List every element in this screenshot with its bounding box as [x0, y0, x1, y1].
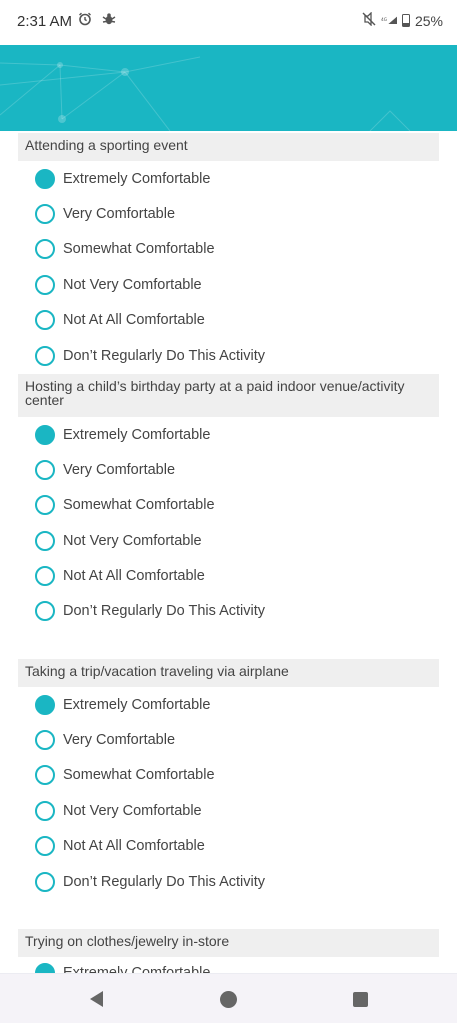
option-label: Very Comfortable	[63, 732, 176, 748]
header-banner	[0, 45, 457, 131]
back-icon	[89, 991, 103, 1007]
option-label: Don’t Regularly Do This Activity	[63, 874, 266, 890]
battery-icon	[401, 14, 410, 27]
svg-text:4G: 4G	[381, 16, 387, 22]
option-very-comfortable[interactable]: Very Comfortable	[35, 459, 175, 481]
option-not-very-comfortable[interactable]: Not Very Comfortable	[35, 274, 202, 296]
home-icon	[219, 990, 237, 1008]
system-nav-bar	[0, 973, 457, 1023]
recents-icon	[352, 991, 368, 1007]
radio-unchecked[interactable]	[35, 460, 55, 480]
option-dont-regularly-do[interactable]: Don’t Regularly Do This Activity	[35, 871, 265, 893]
option-label: Don’t Regularly Do This Activity	[63, 348, 266, 364]
radio-checked[interactable]	[35, 169, 55, 189]
option-somewhat-comfortable[interactable]: Somewhat Comfortable	[35, 494, 215, 516]
option-label: Somewhat Comfortable	[63, 767, 215, 783]
bug-icon	[102, 12, 116, 29]
option-label: Not At All Comfortable	[63, 568, 205, 584]
option-label: Very Comfortable	[63, 462, 176, 478]
option-very-comfortable[interactable]: Very Comfortable	[35, 729, 175, 751]
radio-unchecked[interactable]	[35, 872, 55, 892]
option-somewhat-comfortable[interactable]: Somewhat Comfortable	[35, 764, 215, 786]
radio-unchecked[interactable]	[35, 275, 55, 295]
option-label: Somewhat Comfortable	[63, 497, 215, 513]
radio-unchecked[interactable]	[35, 310, 55, 330]
option-label: Not At All Comfortable	[63, 838, 205, 854]
question-heading: Trying on clothes/jewelry in-store	[18, 929, 439, 957]
option-label: Not Very Comfortable	[63, 803, 202, 819]
option-label: Extremely Comfortable	[63, 427, 211, 443]
question-heading: Hosting a child’s birthday party at a pa…	[18, 374, 439, 417]
radio-unchecked[interactable]	[35, 239, 55, 259]
survey-content[interactable]: Attending a sporting event Extremely Com…	[0, 131, 457, 973]
radio-unchecked[interactable]	[35, 346, 55, 366]
network-pattern-decoration	[0, 56, 411, 131]
option-label: Not At All Comfortable	[63, 312, 205, 328]
option-not-very-comfortable[interactable]: Not Very Comfortable	[35, 800, 202, 822]
radio-unchecked[interactable]	[35, 531, 55, 551]
radio-unchecked[interactable]	[35, 801, 55, 821]
radio-unchecked[interactable]	[35, 566, 55, 586]
option-not-at-all-comfortable[interactable]: Not At All Comfortable	[35, 309, 205, 331]
option-extremely-comfortable[interactable]: Extremely Comfortable	[35, 424, 210, 446]
status-right-icons: 4G 25%	[362, 11, 443, 29]
radio-unchecked[interactable]	[35, 495, 55, 515]
status-bar: 2:31 AM 4G 25%	[0, 0, 457, 45]
question-heading: Attending a sporting event	[18, 133, 439, 161]
radio-unchecked[interactable]	[35, 765, 55, 785]
option-label: Not Very Comfortable	[63, 277, 202, 293]
back-button[interactable]	[66, 974, 126, 1023]
option-not-at-all-comfortable[interactable]: Not At All Comfortable	[35, 835, 205, 857]
option-very-comfortable[interactable]: Very Comfortable	[35, 203, 175, 225]
radio-unchecked[interactable]	[35, 204, 55, 224]
option-not-very-comfortable[interactable]: Not Very Comfortable	[35, 530, 202, 552]
option-label: Not Very Comfortable	[63, 533, 202, 549]
option-label: Extremely Comfortable	[63, 697, 211, 713]
option-label: Extremely Comfortable	[63, 965, 211, 973]
radio-unchecked[interactable]	[35, 601, 55, 621]
option-not-at-all-comfortable[interactable]: Not At All Comfortable	[35, 565, 205, 587]
option-dont-regularly-do[interactable]: Don’t Regularly Do This Activity	[35, 345, 265, 367]
status-time: 2:31 AM	[17, 13, 73, 30]
radio-unchecked[interactable]	[35, 730, 55, 750]
option-label: Very Comfortable	[63, 206, 176, 222]
radio-checked[interactable]	[35, 425, 55, 445]
option-label: Don’t Regularly Do This Activity	[63, 603, 266, 619]
option-dont-regularly-do[interactable]: Don’t Regularly Do This Activity	[35, 600, 265, 622]
option-extremely-comfortable[interactable]: Extremely Comfortable	[35, 694, 210, 716]
home-button[interactable]	[198, 974, 258, 1023]
option-somewhat-comfortable[interactable]: Somewhat Comfortable	[35, 238, 215, 260]
radio-checked[interactable]	[35, 695, 55, 715]
recents-button[interactable]	[330, 974, 390, 1023]
mute-icon	[362, 11, 376, 29]
battery-percent: 25%	[414, 12, 443, 29]
option-extremely-comfortable[interactable]: Extremely Comfortable	[35, 168, 210, 190]
option-label: Extremely Comfortable	[63, 171, 211, 187]
option-label: Somewhat Comfortable	[63, 241, 215, 257]
radio-checked[interactable]	[35, 963, 55, 973]
option-extremely-comfortable[interactable]: Extremely Comfortable	[35, 962, 210, 973]
lte-signal-icon: 4G	[381, 13, 397, 29]
status-left-icons	[78, 12, 116, 29]
question-heading: Taking a trip/vacation traveling via air…	[18, 659, 439, 687]
radio-unchecked[interactable]	[35, 836, 55, 856]
alarm-clock-icon	[78, 12, 92, 29]
